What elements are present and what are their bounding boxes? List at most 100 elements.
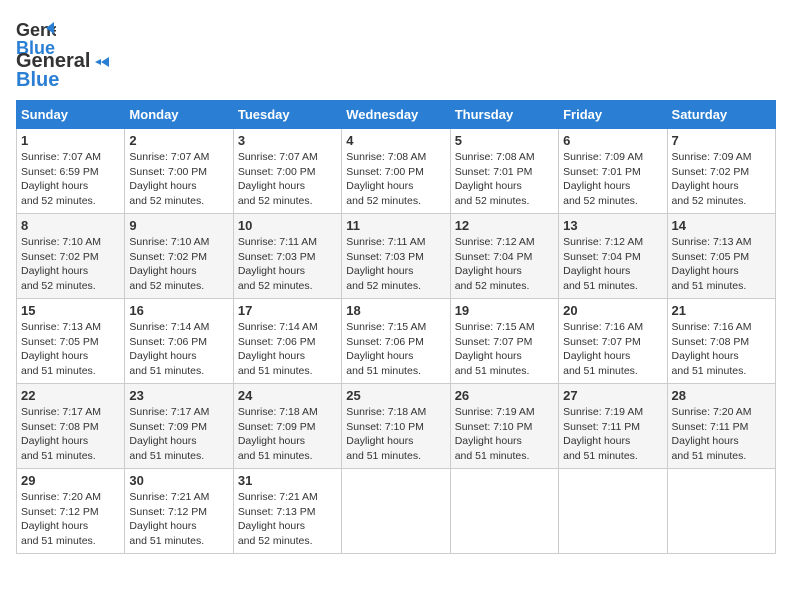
day-number: 3	[238, 133, 337, 148]
day-number: 29	[21, 473, 120, 488]
calendar-cell: 30 Sunrise: 7:21 AM Sunset: 7:12 PM Dayl…	[125, 469, 233, 554]
calendar-cell: 24 Sunrise: 7:18 AM Sunset: 7:09 PM Dayl…	[233, 384, 341, 469]
day-info: Sunrise: 7:18 AM Sunset: 7:10 PM Dayligh…	[346, 405, 445, 464]
day-info: Sunrise: 7:20 AM Sunset: 7:11 PM Dayligh…	[672, 405, 771, 464]
day-info: Sunrise: 7:21 AM Sunset: 7:12 PM Dayligh…	[129, 490, 228, 549]
calendar-cell: 4 Sunrise: 7:08 AM Sunset: 7:00 PM Dayli…	[342, 129, 450, 214]
day-number: 9	[129, 218, 228, 233]
logo-bird-icon	[91, 53, 109, 71]
calendar-cell: 1 Sunrise: 7:07 AM Sunset: 6:59 PM Dayli…	[17, 129, 125, 214]
calendar-cell: 26 Sunrise: 7:19 AM Sunset: 7:10 PM Dayl…	[450, 384, 558, 469]
day-info: Sunrise: 7:08 AM Sunset: 7:01 PM Dayligh…	[455, 150, 554, 209]
day-info: Sunrise: 7:19 AM Sunset: 7:11 PM Dayligh…	[563, 405, 662, 464]
logo-blue: Blue	[16, 69, 59, 92]
day-info: Sunrise: 7:09 AM Sunset: 7:02 PM Dayligh…	[672, 150, 771, 209]
calendar-cell	[559, 469, 667, 554]
day-info: Sunrise: 7:21 AM Sunset: 7:13 PM Dayligh…	[238, 490, 337, 549]
calendar-cell: 11 Sunrise: 7:11 AM Sunset: 7:03 PM Dayl…	[342, 214, 450, 299]
day-info: Sunrise: 7:17 AM Sunset: 7:08 PM Dayligh…	[21, 405, 120, 464]
calendar-week-row: 29 Sunrise: 7:20 AM Sunset: 7:12 PM Dayl…	[17, 469, 776, 554]
day-info: Sunrise: 7:13 AM Sunset: 7:05 PM Dayligh…	[21, 320, 120, 379]
calendar-cell: 29 Sunrise: 7:20 AM Sunset: 7:12 PM Dayl…	[17, 469, 125, 554]
day-info: Sunrise: 7:12 AM Sunset: 7:04 PM Dayligh…	[563, 235, 662, 294]
day-number: 27	[563, 388, 662, 403]
day-info: Sunrise: 7:15 AM Sunset: 7:07 PM Dayligh…	[455, 320, 554, 379]
day-info: Sunrise: 7:07 AM Sunset: 6:59 PM Dayligh…	[21, 150, 120, 209]
day-number: 6	[563, 133, 662, 148]
day-info: Sunrise: 7:13 AM Sunset: 7:05 PM Dayligh…	[672, 235, 771, 294]
day-number: 12	[455, 218, 554, 233]
header-wednesday: Wednesday	[342, 101, 450, 129]
day-info: Sunrise: 7:09 AM Sunset: 7:01 PM Dayligh…	[563, 150, 662, 209]
calendar-cell: 22 Sunrise: 7:17 AM Sunset: 7:08 PM Dayl…	[17, 384, 125, 469]
day-number: 25	[346, 388, 445, 403]
day-number: 20	[563, 303, 662, 318]
calendar-cell: 14 Sunrise: 7:13 AM Sunset: 7:05 PM Dayl…	[667, 214, 775, 299]
day-info: Sunrise: 7:08 AM Sunset: 7:00 PM Dayligh…	[346, 150, 445, 209]
day-number: 10	[238, 218, 337, 233]
header-tuesday: Tuesday	[233, 101, 341, 129]
calendar-cell: 9 Sunrise: 7:10 AM Sunset: 7:02 PM Dayli…	[125, 214, 233, 299]
day-number: 22	[21, 388, 120, 403]
day-number: 30	[129, 473, 228, 488]
calendar-cell: 10 Sunrise: 7:11 AM Sunset: 7:03 PM Dayl…	[233, 214, 341, 299]
day-info: Sunrise: 7:14 AM Sunset: 7:06 PM Dayligh…	[238, 320, 337, 379]
day-info: Sunrise: 7:07 AM Sunset: 7:00 PM Dayligh…	[238, 150, 337, 209]
day-number: 18	[346, 303, 445, 318]
calendar-week-row: 8 Sunrise: 7:10 AM Sunset: 7:02 PM Dayli…	[17, 214, 776, 299]
day-number: 5	[455, 133, 554, 148]
calendar-cell: 18 Sunrise: 7:15 AM Sunset: 7:06 PM Dayl…	[342, 299, 450, 384]
day-number: 24	[238, 388, 337, 403]
day-number: 28	[672, 388, 771, 403]
day-number: 19	[455, 303, 554, 318]
calendar-cell: 2 Sunrise: 7:07 AM Sunset: 7:00 PM Dayli…	[125, 129, 233, 214]
calendar-cell: 13 Sunrise: 7:12 AM Sunset: 7:04 PM Dayl…	[559, 214, 667, 299]
day-number: 11	[346, 218, 445, 233]
day-info: Sunrise: 7:14 AM Sunset: 7:06 PM Dayligh…	[129, 320, 228, 379]
calendar-week-row: 1 Sunrise: 7:07 AM Sunset: 6:59 PM Dayli…	[17, 129, 776, 214]
calendar-header-row: SundayMondayTuesdayWednesdayThursdayFrid…	[17, 101, 776, 129]
day-info: Sunrise: 7:07 AM Sunset: 7:00 PM Dayligh…	[129, 150, 228, 209]
calendar-cell	[450, 469, 558, 554]
calendar-cell: 5 Sunrise: 7:08 AM Sunset: 7:01 PM Dayli…	[450, 129, 558, 214]
day-info: Sunrise: 7:10 AM Sunset: 7:02 PM Dayligh…	[21, 235, 120, 294]
header-sunday: Sunday	[17, 101, 125, 129]
day-number: 1	[21, 133, 120, 148]
day-number: 2	[129, 133, 228, 148]
calendar-cell	[667, 469, 775, 554]
calendar-cell: 23 Sunrise: 7:17 AM Sunset: 7:09 PM Dayl…	[125, 384, 233, 469]
calendar-cell: 16 Sunrise: 7:14 AM Sunset: 7:06 PM Dayl…	[125, 299, 233, 384]
calendar-cell: 19 Sunrise: 7:15 AM Sunset: 7:07 PM Dayl…	[450, 299, 558, 384]
calendar-cell: 8 Sunrise: 7:10 AM Sunset: 7:02 PM Dayli…	[17, 214, 125, 299]
calendar-cell: 21 Sunrise: 7:16 AM Sunset: 7:08 PM Dayl…	[667, 299, 775, 384]
calendar-cell: 17 Sunrise: 7:14 AM Sunset: 7:06 PM Dayl…	[233, 299, 341, 384]
calendar-cell: 31 Sunrise: 7:21 AM Sunset: 7:13 PM Dayl…	[233, 469, 341, 554]
calendar-cell: 3 Sunrise: 7:07 AM Sunset: 7:00 PM Dayli…	[233, 129, 341, 214]
calendar-week-row: 15 Sunrise: 7:13 AM Sunset: 7:05 PM Dayl…	[17, 299, 776, 384]
day-info: Sunrise: 7:18 AM Sunset: 7:09 PM Dayligh…	[238, 405, 337, 464]
calendar-cell: 28 Sunrise: 7:20 AM Sunset: 7:11 PM Dayl…	[667, 384, 775, 469]
calendar-cell	[342, 469, 450, 554]
header-thursday: Thursday	[450, 101, 558, 129]
day-number: 4	[346, 133, 445, 148]
day-info: Sunrise: 7:11 AM Sunset: 7:03 PM Dayligh…	[238, 235, 337, 294]
day-number: 7	[672, 133, 771, 148]
day-number: 8	[21, 218, 120, 233]
calendar-body: 1 Sunrise: 7:07 AM Sunset: 6:59 PM Dayli…	[17, 129, 776, 554]
day-number: 13	[563, 218, 662, 233]
day-info: Sunrise: 7:15 AM Sunset: 7:06 PM Dayligh…	[346, 320, 445, 379]
calendar-table: SundayMondayTuesdayWednesdayThursdayFrid…	[16, 100, 776, 554]
header-friday: Friday	[559, 101, 667, 129]
day-info: Sunrise: 7:16 AM Sunset: 7:08 PM Dayligh…	[672, 320, 771, 379]
calendar-cell: 25 Sunrise: 7:18 AM Sunset: 7:10 PM Dayl…	[342, 384, 450, 469]
day-info: Sunrise: 7:12 AM Sunset: 7:04 PM Dayligh…	[455, 235, 554, 294]
day-info: Sunrise: 7:19 AM Sunset: 7:10 PM Dayligh…	[455, 405, 554, 464]
logo: General Blue General Blue	[16, 16, 109, 92]
day-number: 23	[129, 388, 228, 403]
day-info: Sunrise: 7:20 AM Sunset: 7:12 PM Dayligh…	[21, 490, 120, 549]
day-number: 31	[238, 473, 337, 488]
calendar-cell: 12 Sunrise: 7:12 AM Sunset: 7:04 PM Dayl…	[450, 214, 558, 299]
day-number: 14	[672, 218, 771, 233]
day-info: Sunrise: 7:16 AM Sunset: 7:07 PM Dayligh…	[563, 320, 662, 379]
header-saturday: Saturday	[667, 101, 775, 129]
